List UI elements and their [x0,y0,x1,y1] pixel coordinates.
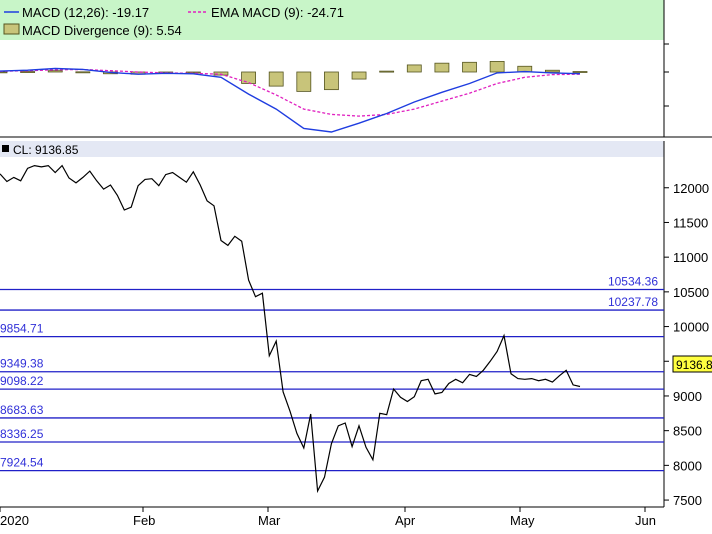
divergence-legend-label: MACD Divergence (9): 5.54 [22,23,182,38]
close-legend-label: CL: 9136.85 [13,143,79,157]
level-label: 8683.63 [0,403,44,417]
y-tick-label: 8000 [673,458,702,473]
divergence-bar [544,69,560,73]
divergence-bar [47,70,63,73]
divergence-bar [324,71,339,91]
divergence-bar [406,64,422,73]
level-label: 10237.78 [608,295,658,309]
x-tick-label: Jun [635,513,656,528]
level-label: 8336.25 [0,427,44,441]
price-panel: CL: 9136.85 10534.36 10237.78 9854.71 9349.… [0,141,712,528]
divergence-legend-swatch [3,23,20,35]
x-tick-label: Feb [133,513,155,528]
y-tick-label: 12000 [673,181,709,196]
y-tick-label: 7500 [673,493,702,508]
macd-legend-label: MACD (12,26): -19.17 [22,5,149,20]
ema-legend-label: EMA MACD (9): -24.71 [211,5,344,20]
divergence-bar [296,71,312,92]
level-label: 10534.36 [608,274,658,288]
level-label: 9854.71 [0,322,44,336]
price-y-axis: 1200011500110001050010000950090008500800… [664,181,709,508]
level-label: 9098.22 [0,374,44,388]
macd-axis-ticks [664,43,669,107]
divergence-bar [0,71,8,74]
last-price-tag: 9136.85 [672,355,712,373]
divergence-bar [434,62,450,73]
level-label: 9349.38 [0,357,44,371]
level-label: 7924.54 [0,456,44,470]
x-tick-label: Mar [258,513,281,528]
divergence-bar [489,61,505,73]
divergence-bar [572,71,588,73]
x-tick-label: 2020 [0,513,29,528]
y-tick-label: 11500 [673,215,708,230]
macd-panel: MACD (12,26): -19.17 EMA MACD (9): -24.7… [0,0,712,138]
x-tick-label: Apr [395,513,416,528]
y-tick-label: 10500 [673,285,709,300]
divergence-bar [185,71,201,74]
divergence-bar [75,71,91,74]
close-legend-swatch [2,145,9,152]
x-tick-label: May [510,513,535,528]
last-price-value: 9136.85 [676,358,712,372]
divergence-bar [268,71,284,87]
divergence-bar [351,71,367,80]
y-tick-label: 10000 [673,320,709,335]
chart-stage: MACD (12,26): -19.17 EMA MACD (9): -24.7… [0,0,712,528]
y-tick-label: 9000 [673,389,702,404]
date-x-axis: 2020 Feb Mar Apr May Jun [0,507,656,528]
price-header-bar [0,141,664,157]
divergence-bar [241,71,256,84]
divergence-bar [462,61,477,73]
y-tick-label: 8500 [673,424,702,439]
y-tick-label: 11000 [673,250,708,265]
divergence-bar [379,70,395,73]
divergence-bar [20,71,36,73]
